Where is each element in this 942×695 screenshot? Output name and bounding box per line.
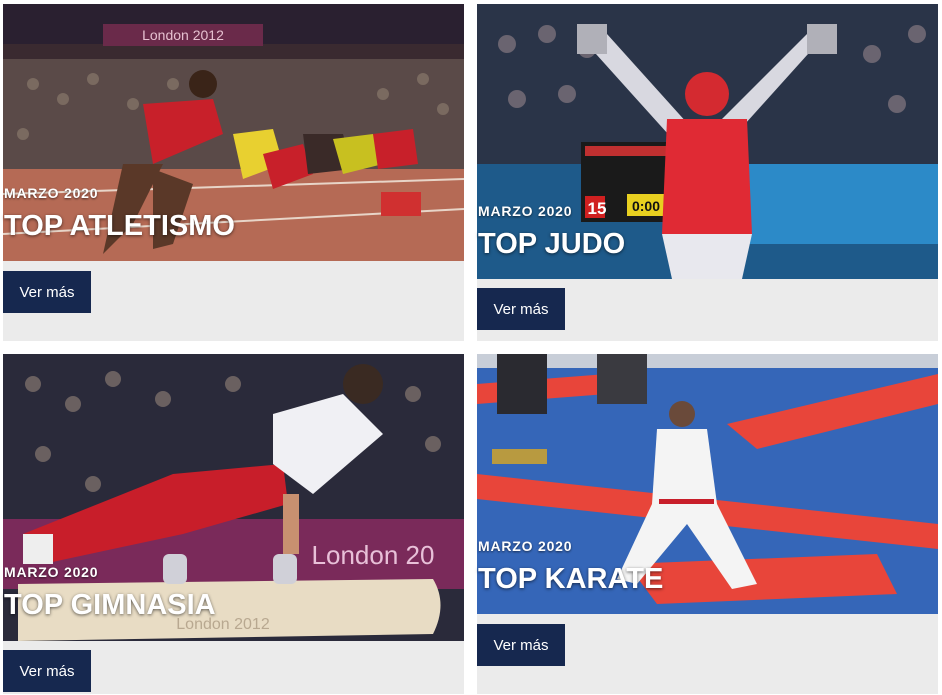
score-text: 15 — [588, 199, 607, 218]
card-date: MARZO 2020 — [478, 203, 573, 219]
card-title: TOP GIMNASIA — [4, 589, 216, 621]
card-title: TOP ATLETISMO — [4, 210, 235, 242]
card-date: MARZO 2020 — [4, 564, 99, 580]
card-date: MARZO 2020 — [478, 538, 573, 554]
time-text: 0:00 — [632, 198, 660, 214]
ver-mas-button[interactable]: Ver más — [3, 650, 91, 692]
ver-mas-button[interactable]: Ver más — [477, 288, 565, 330]
banner-text: London 2012 — [142, 27, 224, 43]
ver-mas-button[interactable]: Ver más — [3, 271, 91, 313]
card-date: MARZO 2020 — [4, 185, 99, 201]
card-judo: 15 0:00 MARZO 2020 TOP JUDO Ver más — [477, 4, 938, 341]
card-title: TOP JUDO — [478, 228, 626, 260]
card-atletismo: London 2012 MARZO 2020 TOP ATLETISMO Ver… — [3, 4, 464, 341]
card-gimnasia: London 20 London 2012 MARZO 2020 TOP GIM… — [3, 354, 464, 694]
card-title: TOP KARATE — [478, 563, 664, 595]
ver-mas-button[interactable]: Ver más — [477, 624, 565, 666]
card-karate: MARZO 2020 TOP KARATE Ver más — [477, 354, 938, 694]
banner-text: London 20 — [312, 540, 435, 570]
